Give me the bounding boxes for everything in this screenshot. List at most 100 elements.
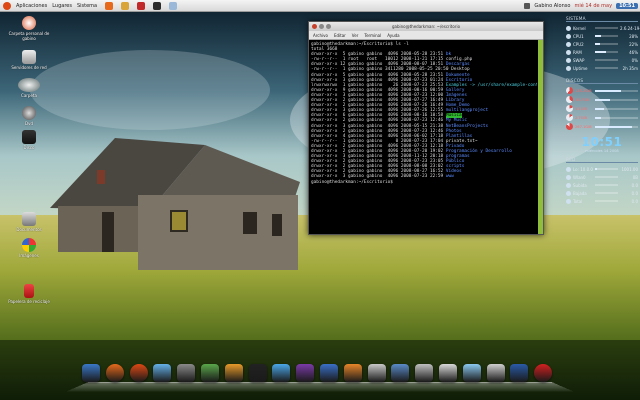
network-stat-row: Bajada 0.0 [566,189,638,197]
level-bar [595,168,618,170]
network-stat-row: Lo: 10.0.0.11001.00 [566,165,638,173]
terminal-menu-terminal[interactable]: Terminal [364,33,381,38]
filezilla-launcher-icon[interactable] [137,1,146,10]
system-tray: Gabino Alonso mié 14 de may 10:51 [524,0,638,11]
desktop-icon-disk[interactable]: Disco [6,130,52,150]
network-tray-icon[interactable] [524,2,531,9]
level-bar [595,192,618,194]
inkscape-icon[interactable] [201,364,219,382]
download-icon[interactable] [272,364,291,382]
system-stat-row: SWAP 0% [566,56,638,64]
indicator-icon [566,174,571,180]
network-section-title: RED [566,157,638,163]
minimize-icon[interactable] [319,24,324,29]
disk-bar [595,107,638,110]
disk-pie-icon [566,96,573,103]
disk-pie-icon [566,114,573,121]
dock-shelf [66,381,574,392]
folder-launcher-icon[interactable] [121,1,130,10]
firefox-launcher-icon[interactable] [105,1,114,10]
disk-bar [595,98,638,101]
terminal-output[interactable]: gabino@thedarkman:~/Escritorio$ ls -l tot… [309,40,537,234]
windows-icon [22,238,36,252]
blender2-icon[interactable] [343,364,362,382]
network-icon [22,50,36,64]
menu-lugares[interactable]: Lugares [52,3,72,9]
indicator-icon [566,198,571,204]
blender-icon[interactable] [224,364,243,382]
indicator-icon [566,65,571,71]
terminal-menu-ver[interactable]: Ver [352,33,359,38]
desktop-icon-images[interactable]: Imágenes [6,238,52,258]
desktop-icon-home[interactable]: Carpeta personal de gabino [6,16,52,41]
weather-icon[interactable] [462,364,481,382]
terminal-menubar: Archivo Editar Ver Terminal Ayuda [309,31,543,40]
network-stat-row: Subida 0.0 [566,181,638,189]
monitor-icon[interactable] [391,364,410,382]
system-stat-row: CPU2 22% [566,40,638,48]
network-stat-row: Wlan0 0B [566,173,638,181]
level-bar [595,51,618,53]
top-panel: Aplicaciones Lugares Sistema Gabino Alon… [0,0,640,12]
terminal-titlebar[interactable]: gabino@thedarkman: ~/escritorio [309,22,543,31]
folder-icon [18,78,40,92]
trash-icon[interactable] [486,364,505,382]
camera-icon [22,212,36,226]
disk-usage-row: 2.7GiB [566,113,638,122]
web-browser-icon[interactable] [320,364,338,382]
terminal-title: gabino@thedarkman: ~/escritorio [391,24,461,29]
disk-usage-row: 133.2GiB [566,86,638,95]
level-bar [595,176,618,178]
indicator-icon [566,166,571,172]
file-name: www [445,174,454,180]
disk-usage-row: 5.1GiB [566,104,638,113]
trash-icon [24,284,34,298]
ide-icon[interactable] [296,364,315,382]
terminal-window[interactable]: gabino@thedarkman: ~/escritorio Archivo … [308,21,544,235]
level-bar [595,67,618,69]
menu-aplicaciones[interactable]: Aplicaciones [16,3,47,9]
maximize-icon[interactable] [326,24,331,29]
terminal-launcher-icon[interactable] [153,1,162,10]
power-icon[interactable] [534,364,553,382]
display-icon[interactable] [510,364,529,382]
gimp-icon[interactable] [177,364,196,382]
firefox-icon[interactable] [105,364,124,382]
tools-icon[interactable] [415,364,434,382]
dock [66,362,574,394]
user-name[interactable]: Gabino Alonso [534,3,570,9]
system-stat-row: CPU1 28% [566,32,638,40]
system-stat-row: Kernel2.6.24-19-generic [566,24,640,32]
desktop-icon-folder[interactable]: Carpeta [6,78,52,98]
disk-icon [22,130,36,144]
printer-icon[interactable] [367,364,386,382]
system-section-title: SISTEMA [566,16,638,22]
desktop-icon-trash[interactable]: Papelera de reciclaje [6,284,52,304]
top-clock[interactable]: 10:51 [616,2,638,9]
terminal-menu-archivo[interactable]: Archivo [313,33,328,38]
desktop-icon-documents[interactable]: Documentos [6,212,52,232]
disks-section-title: DISCOS [566,78,638,84]
settings-icon[interactable] [439,364,457,382]
indicator-icon [566,49,571,55]
close-icon[interactable] [312,24,317,29]
disk-pie-icon [566,105,573,112]
level-bar [595,27,618,29]
level-bar [595,59,618,61]
desktop-icon-dvd[interactable]: Dvd [6,106,52,126]
pidgin-icon[interactable] [153,364,172,382]
desktop-icon-network[interactable]: Servidores de red [6,50,52,70]
terminal-menu-ayuda[interactable]: Ayuda [387,33,399,38]
text-editor-launcher-icon[interactable] [169,1,178,10]
ubuntu-icon[interactable] [129,364,148,382]
menu-sistema[interactable]: Sistema [77,3,97,9]
level-bar [595,43,618,45]
terminal-icon[interactable] [248,364,267,382]
terminal-menu-editar[interactable]: Editar [334,33,346,38]
ubuntu-logo-icon[interactable] [3,1,11,10]
disk-bar [595,125,638,128]
desktop-clock: 10:51 [581,135,623,149]
indicator-icon [566,25,571,31]
terminal-scrollbar[interactable] [538,40,543,234]
navigator-icon[interactable] [82,364,100,382]
